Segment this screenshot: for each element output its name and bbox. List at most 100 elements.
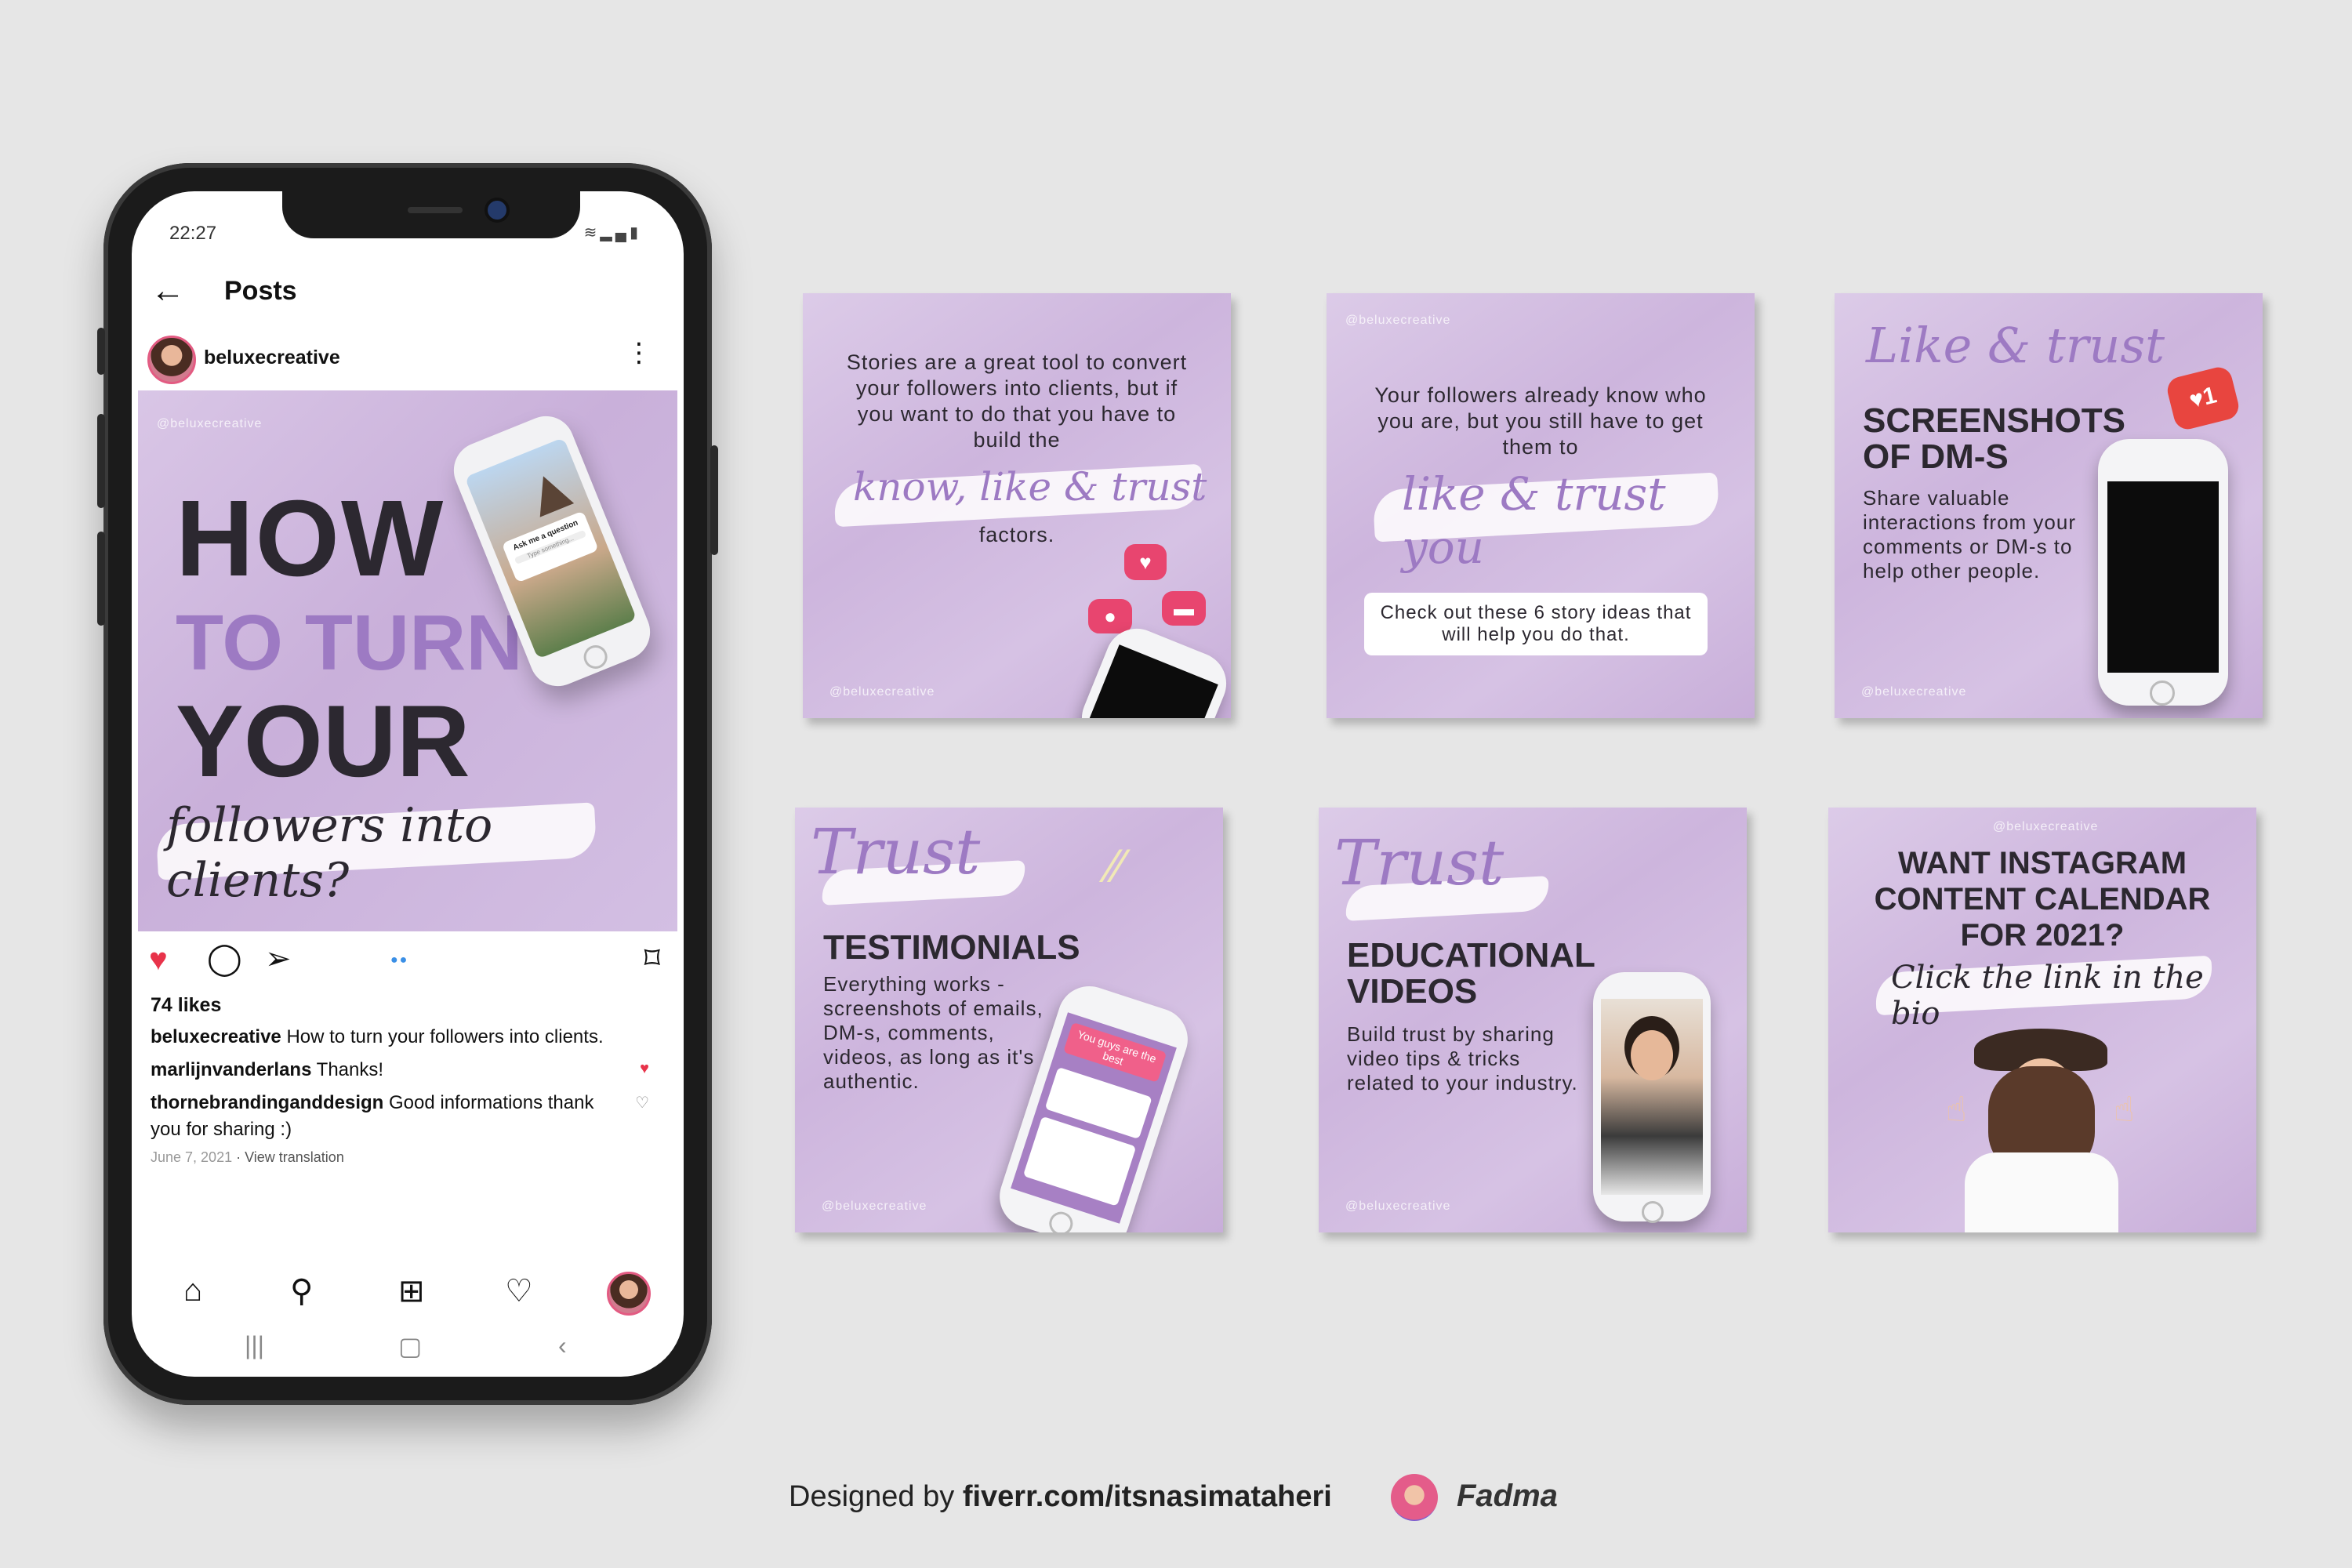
app-bar: ← Posts [132, 262, 684, 325]
status-time: 22:27 [169, 223, 217, 244]
silent-switch [97, 328, 105, 375]
more-options-icon[interactable]: ⋮ [626, 337, 652, 368]
footer: Designed by fiverr.com/itsnasimataheri F… [0, 1474, 2352, 1521]
card5-watermark: @beluxecreative [1345, 1200, 1451, 1213]
bottom-nav: ⌂ ⚲ ⊞ ♡ [132, 1265, 684, 1320]
system-home-icon[interactable]: ▢ [398, 1331, 422, 1361]
caption-main: beluxecreative How to turn your follower… [151, 1024, 637, 1051]
post-actions: ♥ ◯ ➢ ●● ⌑ [132, 936, 684, 991]
card-content-calendar[interactable]: @beluxecreative WANT INSTAGRAM CONTENT C… [1828, 808, 2256, 1232]
add-post-icon[interactable]: ⊞ [398, 1273, 425, 1309]
card4-title: TESTIMONIALS [823, 928, 1080, 967]
card2-callout-box: Check out these 6 story ideas that will … [1364, 593, 1708, 655]
card5-phone [1593, 972, 1711, 1223]
comment-2: thornebrandinganddesign Good information… [151, 1090, 621, 1143]
card3-phone [2098, 439, 2228, 706]
page-title: Posts [224, 276, 297, 306]
footer-credit: Designed by fiverr.com/itsnasimataheri [789, 1480, 1332, 1514]
post-header: beluxecreative ⋮ [132, 329, 684, 386]
card3-body: Share valuable interactions from your co… [1863, 486, 2076, 583]
likes-count[interactable]: 74 likes [151, 994, 221, 1017]
card2-script: like & trust you [1402, 467, 1666, 574]
post-date: June 7, 2021 · View translation [151, 1149, 344, 1166]
card2-watermark: @beluxecreative [1345, 314, 1451, 327]
battery-icon: ▮ [629, 224, 641, 241]
comment-user[interactable]: thornebrandinganddesign [151, 1092, 383, 1113]
wifi-icon: ≋ [583, 224, 601, 241]
post-script-text: followers into clients? [166, 798, 493, 908]
notch [282, 191, 580, 238]
search-icon[interactable]: ⚲ [290, 1273, 313, 1309]
card1-text: Stories are a great tool to convert your… [846, 350, 1188, 452]
avatar[interactable] [147, 336, 196, 384]
user-bubble-icon: ● [1088, 599, 1132, 633]
post-image[interactable]: @beluxecreative HOW TO TURN YOUR followe… [138, 390, 677, 931]
phone-home-button [1046, 1208, 1076, 1232]
comment-bubble-icon: ▬ [1162, 591, 1206, 626]
card5-script: Trust [1334, 826, 1504, 899]
post-headline-how: HOW [176, 478, 445, 599]
phone-screen-video [1601, 999, 1703, 1195]
card6-title: WANT INSTAGRAM CONTENT CALENDAR FOR 2021… [1874, 846, 2211, 953]
profile-avatar[interactable] [607, 1272, 651, 1316]
comment-text: Thanks! [311, 1059, 384, 1080]
comment-like-outline-icon[interactable]: ♡ [635, 1093, 649, 1112]
status-icons: ≋▂▄▮ [584, 223, 641, 242]
view-translation-link[interactable]: View translation [245, 1149, 344, 1165]
card5-body: Build trust by sharing video tips & tric… [1347, 1022, 1578, 1094]
footer-brand-logo: Fadma [1457, 1479, 1558, 1513]
card-screenshots-dms[interactable]: Like & trust SCREENSHOTS OF DM-S Share v… [1835, 293, 2263, 718]
carousel-dots: ●● [390, 953, 409, 967]
comment-like-heart-icon[interactable]: ♥ [640, 1060, 649, 1078]
share-icon[interactable]: ➢ [265, 941, 292, 977]
comment-icon[interactable]: ◯ [207, 941, 242, 977]
card1-watermark: @beluxecreative [829, 685, 935, 699]
post-headline-your: YOUR [176, 684, 470, 798]
bookmark-icon[interactable]: ⌑ [644, 941, 660, 977]
designed-by-label: Designed by [789, 1480, 963, 1513]
system-nav: ||| ▢ ‹ [132, 1327, 684, 1366]
card6-script: Click the link in the bio [1891, 960, 2204, 1032]
card3-script: Like & trust [1866, 317, 2165, 374]
pointing-hand-right-icon: ☝ [2114, 1091, 2135, 1129]
notif-count: 1 [2200, 382, 2220, 411]
card1-phone [1072, 619, 1231, 718]
back-arrow-icon[interactable]: ← [151, 271, 185, 310]
home-icon[interactable]: ⌂ [183, 1273, 202, 1308]
system-back-icon[interactable]: ‹ [558, 1331, 567, 1360]
signal-icon: ▂▄ [600, 224, 630, 241]
post-username[interactable]: beluxecreative [204, 347, 340, 369]
like-notification-icon: ♥1 [2165, 364, 2241, 433]
card4-body: Everything works - screenshots of emails… [823, 972, 1044, 1093]
activity-heart-icon[interactable]: ♡ [505, 1273, 533, 1309]
card-educational-videos[interactable]: Trust EDUCATIONAL VIDEOS Build trust by … [1319, 808, 1747, 1232]
fiverr-link[interactable]: fiverr.com/itsnasimataheri [963, 1480, 1332, 1513]
card4-script: Trust [811, 815, 981, 888]
mini-home-button [580, 641, 612, 673]
card-know-like-trust[interactable]: Stories are a great tool to convert your… [803, 293, 1231, 718]
card-like-trust-you[interactable]: @beluxecreative Your followers already k… [1327, 293, 1755, 718]
post-watermark: @beluxecreative [157, 417, 263, 430]
comment-user[interactable]: beluxecreative [151, 1026, 281, 1047]
comment-1: marlijnvanderlans Thanks! [151, 1057, 637, 1083]
card-testimonials[interactable]: Trust ⁄⁄ TESTIMONIALS Everything works -… [795, 808, 1223, 1232]
volume-down-button [97, 532, 105, 626]
card6-watermark: @beluxecreative [1993, 820, 2099, 833]
presenter-face [1631, 1030, 1673, 1080]
phone-screen: 22:27 ≋▂▄▮ ← Posts beluxecreative ⋮ @bel… [132, 191, 684, 1377]
like-heart-icon[interactable]: ♥ [149, 942, 168, 978]
designer-avatar [1391, 1474, 1438, 1521]
card1-script: know, like & trust [853, 464, 1207, 510]
pointing-hand-left-icon: ☝ [1946, 1091, 1967, 1129]
power-button [710, 445, 718, 555]
card3-watermark: @beluxecreative [1861, 685, 1967, 699]
card4-watermark: @beluxecreative [822, 1200, 927, 1213]
phone-home-button [2150, 681, 2175, 706]
recents-icon[interactable]: ||| [245, 1331, 264, 1360]
card1-end: factors. [978, 523, 1055, 546]
volume-up-button [97, 414, 105, 508]
front-camera [488, 201, 506, 220]
phone-screen-black [2107, 481, 2219, 673]
comment-user[interactable]: marlijnvanderlans [151, 1059, 311, 1080]
sparkle-lines-icon: ⁄⁄ [1109, 840, 1125, 892]
